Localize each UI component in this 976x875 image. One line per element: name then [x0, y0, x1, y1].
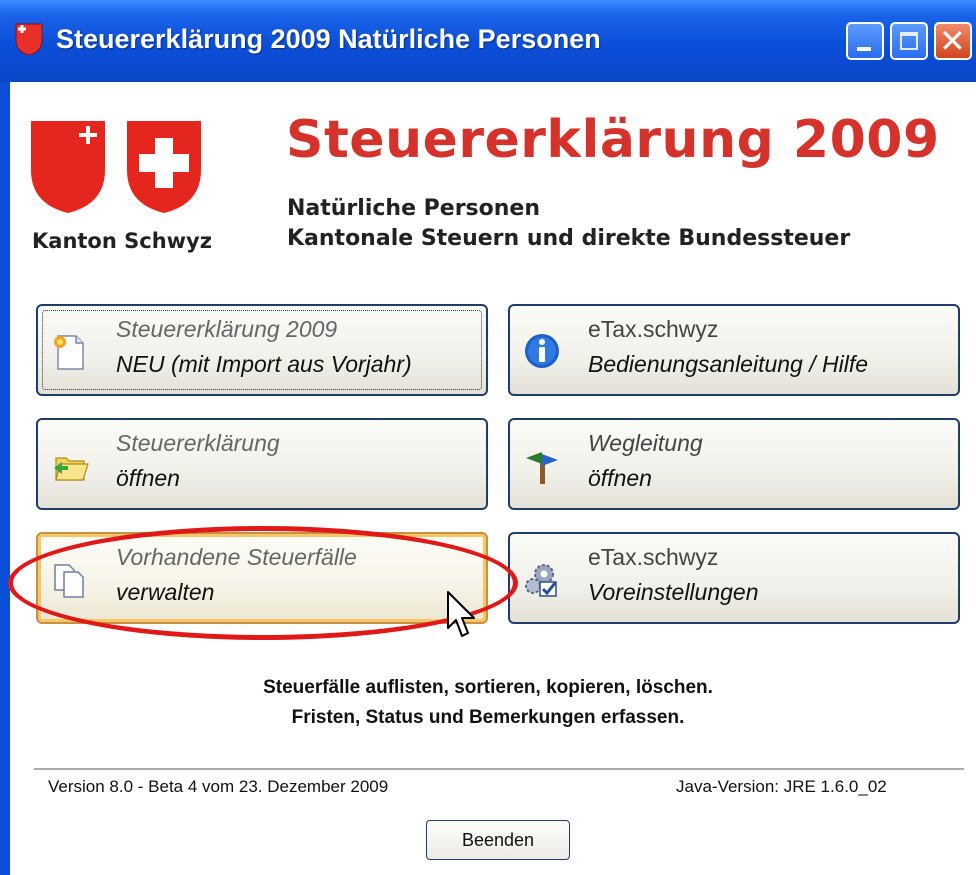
canton-shield-icon [15, 23, 43, 56]
quit-button[interactable]: Beenden [426, 820, 570, 860]
open-guide-line1: Wegleitung [588, 430, 703, 456]
window-frame-left [0, 82, 10, 875]
minimize-icon [857, 47, 871, 51]
open-folder-icon [54, 457, 89, 481]
minimize-button[interactable] [846, 22, 884, 60]
title-bar[interactable]: Steuererklärung 2009 Natürliche Personen… [0, 0, 976, 82]
maximize-icon [900, 32, 918, 50]
schwyz-coat-of-arms-logo [31, 121, 105, 213]
open-guide-line2: öffnen [588, 465, 652, 491]
preferences-line1: eTax.schwyz [588, 544, 719, 570]
new-tax-return-button[interactable]: Steuererklärung 2009 NEU (mit Import aus… [36, 304, 488, 396]
open-tax-return-line2: öffnen [116, 465, 180, 491]
window-title: Steuererklärung 2009 Natürliche Personen [56, 24, 601, 54]
open-tax-return-button[interactable]: Steuererklärung öffnen [36, 418, 488, 510]
help-manual-line2: Bedienungsanleitung / Hilfe [588, 351, 869, 377]
java-version-label: Java-Version: JRE 1.6.0_02 [676, 777, 887, 796]
description-line2: Fristen, Status und Bemerkungen erfassen… [291, 707, 685, 728]
signpost-icon [526, 452, 558, 484]
app-subtitle-taxes: Kantonale Steuern und direkte Bundessteu… [287, 226, 851, 251]
swiss-coat-of-arms-logo [127, 121, 201, 213]
app-subtitle-persons: Natürliche Personen [287, 196, 540, 221]
footer-divider [34, 768, 964, 771]
canton-label: Kanton Schwyz [32, 229, 212, 253]
settings-gear-icon [525, 564, 557, 597]
version-label: Version 8.0 - Beta 4 vom 23. Dezember 20… [48, 777, 389, 796]
new-tax-return-line2: NEU (mit Import aus Vorjahr) [116, 351, 412, 377]
manage-tax-cases-line2: verwalten [116, 579, 215, 605]
open-guide-button[interactable]: Wegleitung öffnen [508, 418, 960, 510]
manage-tax-cases-line1: Vorhandene Steuerfälle [116, 544, 357, 570]
new-tax-return-line1: Steuererklärung 2009 [116, 316, 338, 342]
app-title: Steuererklärung 2009 [286, 110, 940, 170]
help-manual-button[interactable]: eTax.schwyz Bedienungsanleitung / Hilfe [508, 304, 960, 396]
copy-documents-icon [54, 564, 84, 598]
close-icon: ✕ [939, 22, 966, 60]
preferences-line2: Voreinstellungen [588, 579, 759, 605]
preferences-button[interactable]: eTax.schwyz Voreinstellungen [508, 532, 960, 624]
manage-tax-cases-button[interactable]: Vorhandene Steuerfälle verwalten [36, 532, 488, 624]
description-line1: Steuerfälle auflisten, sortieren, kopier… [263, 677, 713, 698]
close-button[interactable]: ✕ [934, 22, 972, 60]
help-manual-line1: eTax.schwyz [588, 316, 719, 342]
info-icon [525, 334, 559, 368]
new-document-icon [54, 335, 84, 370]
open-tax-return-line1: Steuererklärung [116, 430, 280, 456]
maximize-button[interactable] [890, 22, 928, 60]
mouse-cursor-icon [447, 591, 475, 637]
